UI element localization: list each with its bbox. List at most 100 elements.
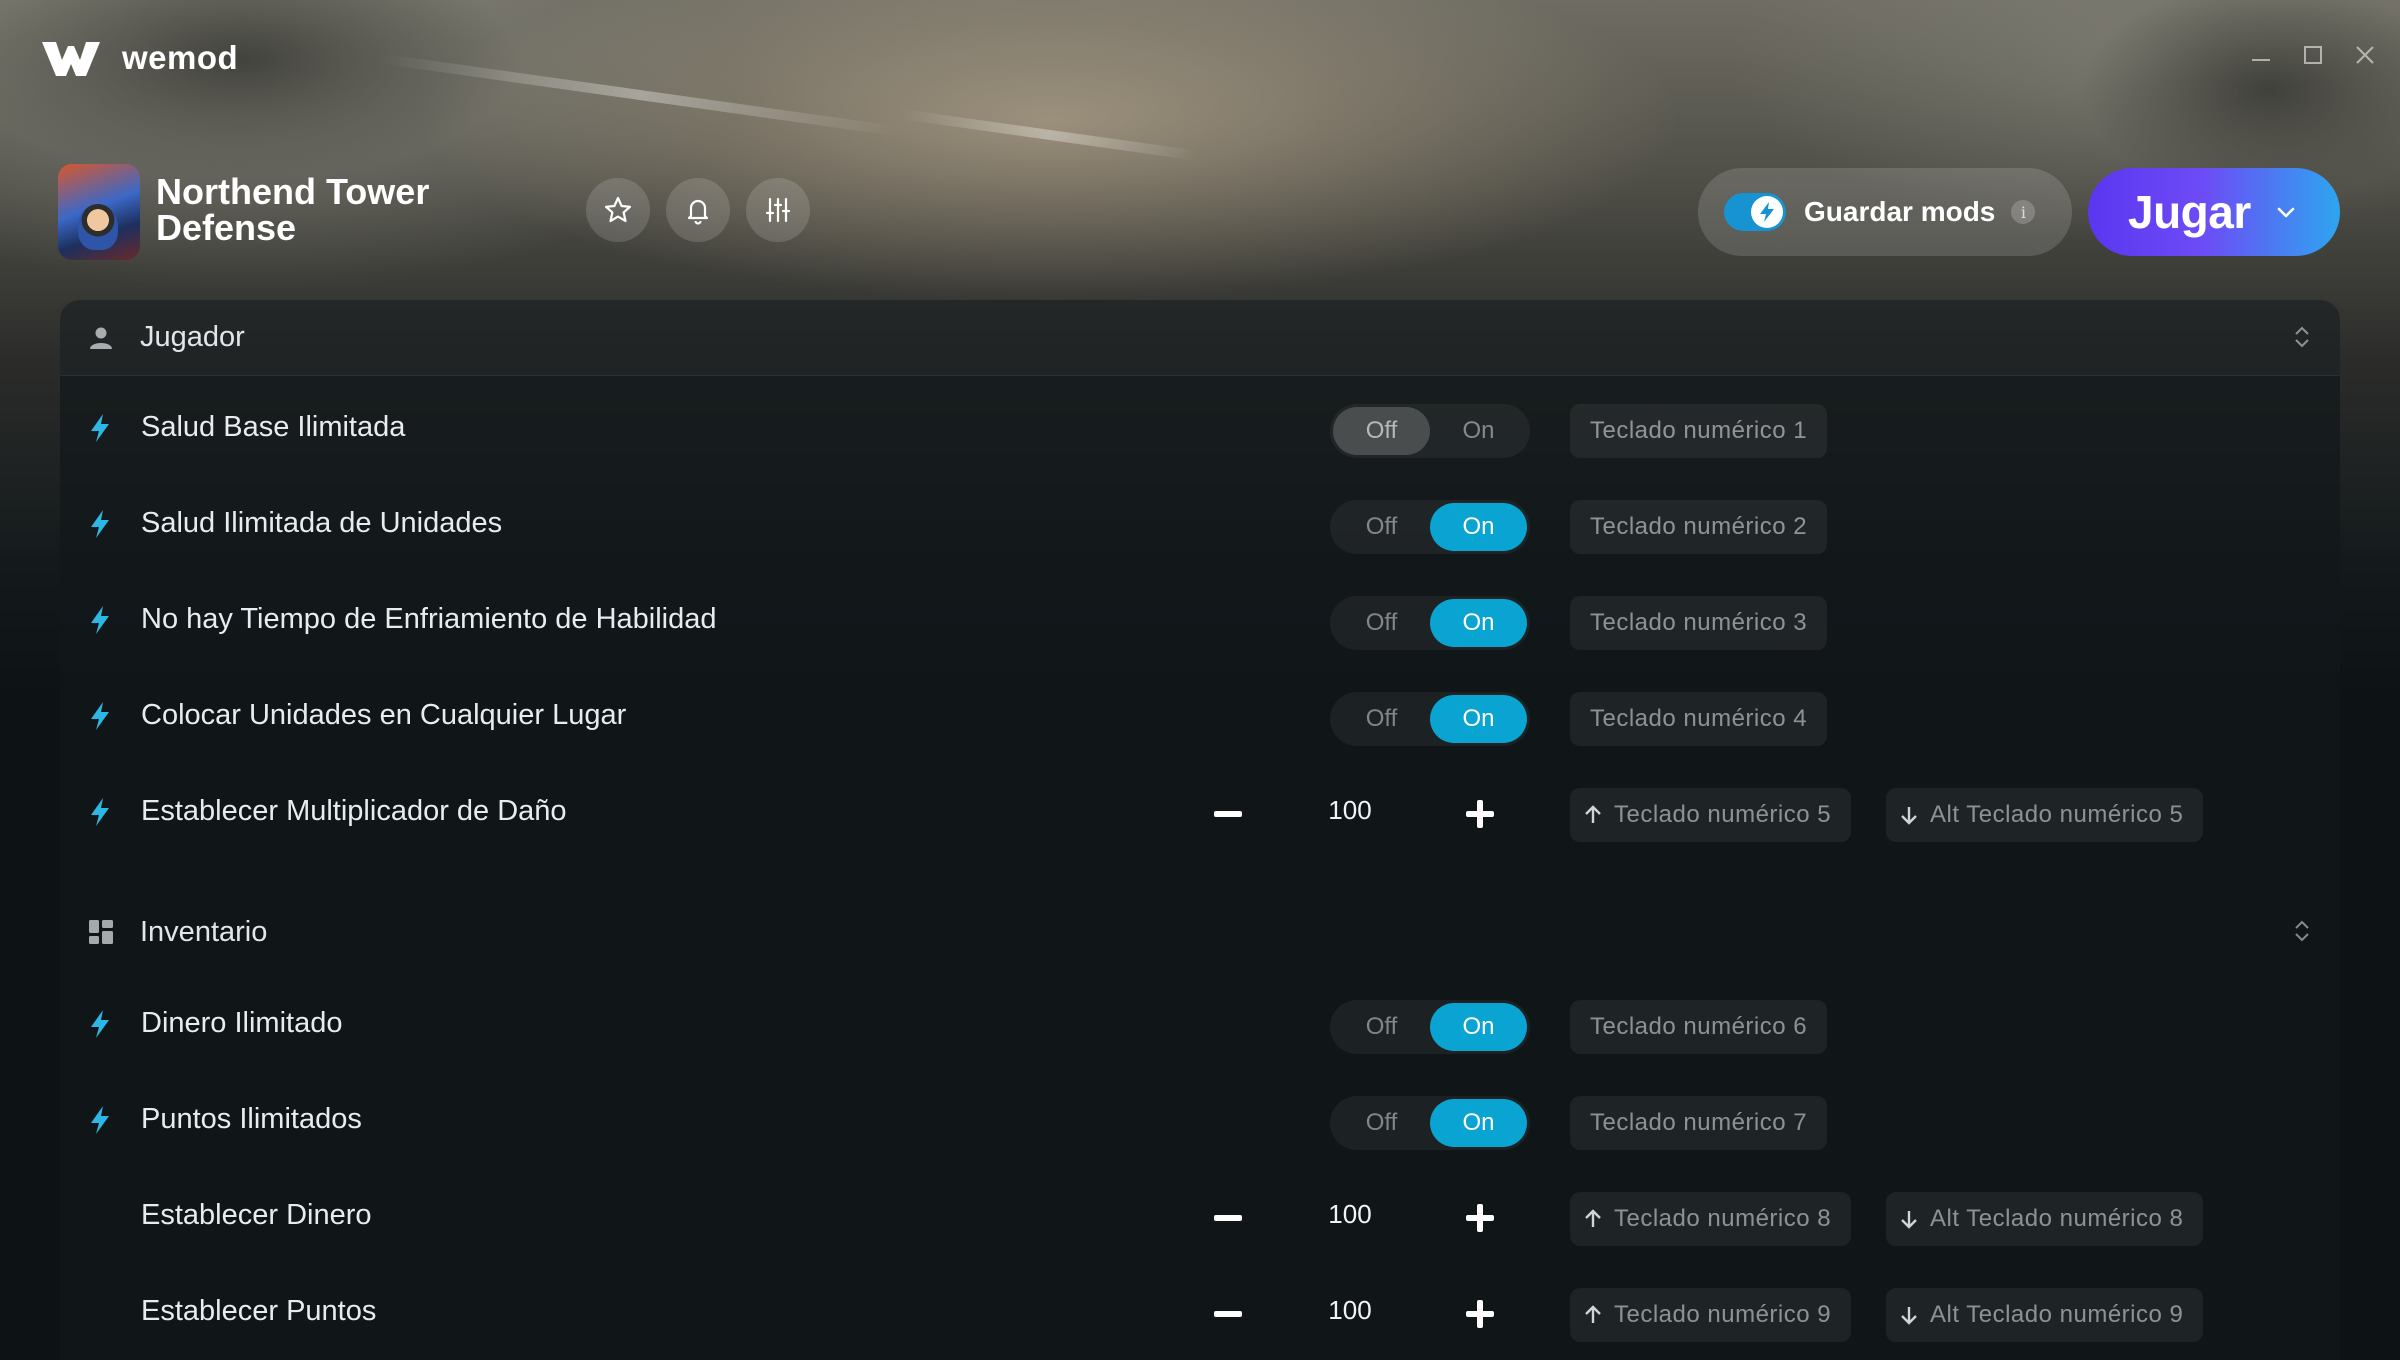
section-header-jugador[interactable]: Jugador <box>60 300 2340 376</box>
title-bar: wemod <box>0 0 2400 110</box>
toggle-on-option[interactable]: On <box>1430 695 1527 743</box>
hotkey-badge[interactable]: Teclado numérico 1 <box>1570 404 1828 458</box>
mod-label: Establecer Multiplicador de Daño <box>141 795 567 827</box>
toggle-off-option[interactable]: Off <box>1333 1003 1430 1051</box>
plus-icon <box>1466 1300 1494 1328</box>
hotkey-badge[interactable]: Teclado numérico 3 <box>1570 596 1828 650</box>
mod-toggle[interactable]: Off On <box>1330 500 1530 554</box>
increment-button[interactable] <box>1458 1196 1502 1240</box>
hotkey-label: Alt Teclado numérico 5 <box>1930 801 2184 828</box>
play-label: Jugar <box>2128 186 2251 238</box>
toggle-off-option[interactable]: Off <box>1333 407 1430 455</box>
play-button[interactable]: Jugar <box>2088 168 2340 256</box>
hotkey-decrease[interactable]: Alt Teclado numérico 5 <box>1886 788 2204 842</box>
minimize-icon[interactable] <box>2250 44 2272 66</box>
hotkey-badge[interactable]: Teclado numérico 2 <box>1570 500 1828 554</box>
save-mods-label: Guardar mods <box>1804 196 1996 227</box>
mod-row: Colocar Unidades en Cualquier Lugar Off … <box>60 678 2340 754</box>
bolt-icon <box>91 606 109 634</box>
settings-button[interactable] <box>746 178 810 242</box>
bolt-icon <box>1760 202 1774 222</box>
save-mods-control[interactable]: Guardar mods i <box>1698 168 2072 256</box>
notifications-button[interactable] <box>666 178 730 242</box>
mod-label: Dinero Ilimitado <box>141 1007 343 1039</box>
toggle-off-option[interactable]: Off <box>1333 1099 1430 1147</box>
favorite-button[interactable] <box>586 178 650 242</box>
mod-row: Salud Ilimitada de Unidades Off On Tecla… <box>60 486 2340 562</box>
bolt-icon <box>91 798 109 826</box>
toggle-on-option[interactable]: On <box>1430 503 1527 551</box>
window-controls <box>2250 44 2376 66</box>
toggle-off-option[interactable]: Off <box>1333 503 1430 551</box>
chevron-down-icon[interactable] <box>2275 201 2297 223</box>
hotkey-label: Alt Teclado numérico 9 <box>1930 1301 2184 1328</box>
minus-icon <box>1214 1311 1242 1317</box>
hotkey-increase[interactable]: Teclado numérico 8 <box>1570 1192 1852 1246</box>
wemod-logo-icon <box>42 42 100 76</box>
stepper-value[interactable]: 100 <box>1280 1295 1420 1326</box>
collapse-icon[interactable] <box>2292 918 2312 944</box>
hotkey-increase[interactable]: Teclado numérico 5 <box>1570 788 1852 842</box>
arrow-down-icon <box>1901 1307 1917 1325</box>
save-mods-knob <box>1751 196 1783 228</box>
hotkey-label: Alt Teclado numérico 8 <box>1930 1205 2184 1232</box>
mod-label: Colocar Unidades en Cualquier Lugar <box>141 699 627 731</box>
stepper-value[interactable]: 100 <box>1280 795 1420 826</box>
app-logo[interactable]: wemod <box>40 38 238 78</box>
maximize-icon[interactable] <box>2302 44 2324 66</box>
stepper-value[interactable]: 100 <box>1280 1199 1420 1230</box>
mod-row: Salud Base Ilimitada Off On Teclado numé… <box>60 390 2340 466</box>
info-icon[interactable]: i <box>2011 200 2036 224</box>
bolt-icon <box>91 702 109 730</box>
app-brand: wemod <box>122 39 239 76</box>
bolt-icon <box>91 1010 109 1038</box>
section-header-inventario[interactable]: Inventario <box>60 894 2340 970</box>
arrow-down-icon <box>1901 807 1917 825</box>
toggle-off-option[interactable]: Off <box>1333 599 1430 647</box>
mod-label: No hay Tiempo de Enfriamiento de Habilid… <box>141 603 717 635</box>
mod-toggle[interactable]: Off On <box>1330 596 1530 650</box>
game-thumbnail <box>58 164 140 260</box>
game-title: Northend Tower Defense <box>156 171 430 248</box>
grid-icon <box>89 920 113 944</box>
hotkey-increase[interactable]: Teclado numérico 9 <box>1570 1288 1852 1342</box>
decrement-button[interactable] <box>1206 1292 1250 1336</box>
plus-icon <box>1466 800 1494 828</box>
toggle-on-option[interactable]: On <box>1430 1099 1527 1147</box>
mod-row: Establecer Dinero 100 Teclado numérico 8… <box>60 1178 2340 1254</box>
hotkey-badge[interactable]: Teclado numérico 6 <box>1570 1000 1828 1054</box>
star-icon <box>604 196 632 223</box>
save-mods-toggle[interactable] <box>1724 193 1786 231</box>
mod-label: Establecer Dinero <box>141 1199 372 1231</box>
mod-row: Establecer Puntos 100 Teclado numérico 9… <box>60 1274 2340 1350</box>
section-title: Inventario <box>140 915 268 948</box>
mod-label: Salud Base Ilimitada <box>141 411 406 443</box>
decrement-button[interactable] <box>1206 1196 1250 1240</box>
hotkey-badge[interactable]: Teclado numérico 4 <box>1570 692 1828 746</box>
hotkey-badge[interactable]: Teclado numérico 7 <box>1570 1096 1828 1150</box>
mod-toggle[interactable]: Off On <box>1330 692 1530 746</box>
hotkey-decrease[interactable]: Alt Teclado numérico 9 <box>1886 1288 2204 1342</box>
toggle-on-option[interactable]: On <box>1430 599 1527 647</box>
mod-row: No hay Tiempo de Enfriamiento de Habilid… <box>60 582 2340 658</box>
increment-button[interactable] <box>1458 1292 1502 1336</box>
arrow-down-icon <box>1901 1211 1917 1229</box>
toggle-on-option[interactable]: On <box>1430 1003 1527 1051</box>
plus-icon <box>1466 1204 1494 1232</box>
collapse-icon[interactable] <box>2292 324 2312 350</box>
toggle-on-option[interactable]: On <box>1430 407 1527 455</box>
hotkey-decrease[interactable]: Alt Teclado numérico 8 <box>1886 1192 2204 1246</box>
mod-row: Puntos Ilimitados Off On Teclado numéric… <box>60 1082 2340 1158</box>
decrement-button[interactable] <box>1206 792 1250 836</box>
increment-button[interactable] <box>1458 792 1502 836</box>
mod-toggle[interactable]: Off On <box>1330 404 1530 458</box>
minus-icon <box>1214 811 1242 817</box>
minus-icon <box>1214 1215 1242 1221</box>
mod-toggle[interactable]: Off On <box>1330 1096 1530 1150</box>
mod-toggle[interactable]: Off On <box>1330 1000 1530 1054</box>
sliders-icon <box>765 197 791 223</box>
hotkey-label: Teclado numérico 8 <box>1614 1205 1832 1232</box>
mod-label: Establecer Puntos <box>141 1295 377 1327</box>
close-icon[interactable] <box>2354 44 2376 66</box>
toggle-off-option[interactable]: Off <box>1333 695 1430 743</box>
